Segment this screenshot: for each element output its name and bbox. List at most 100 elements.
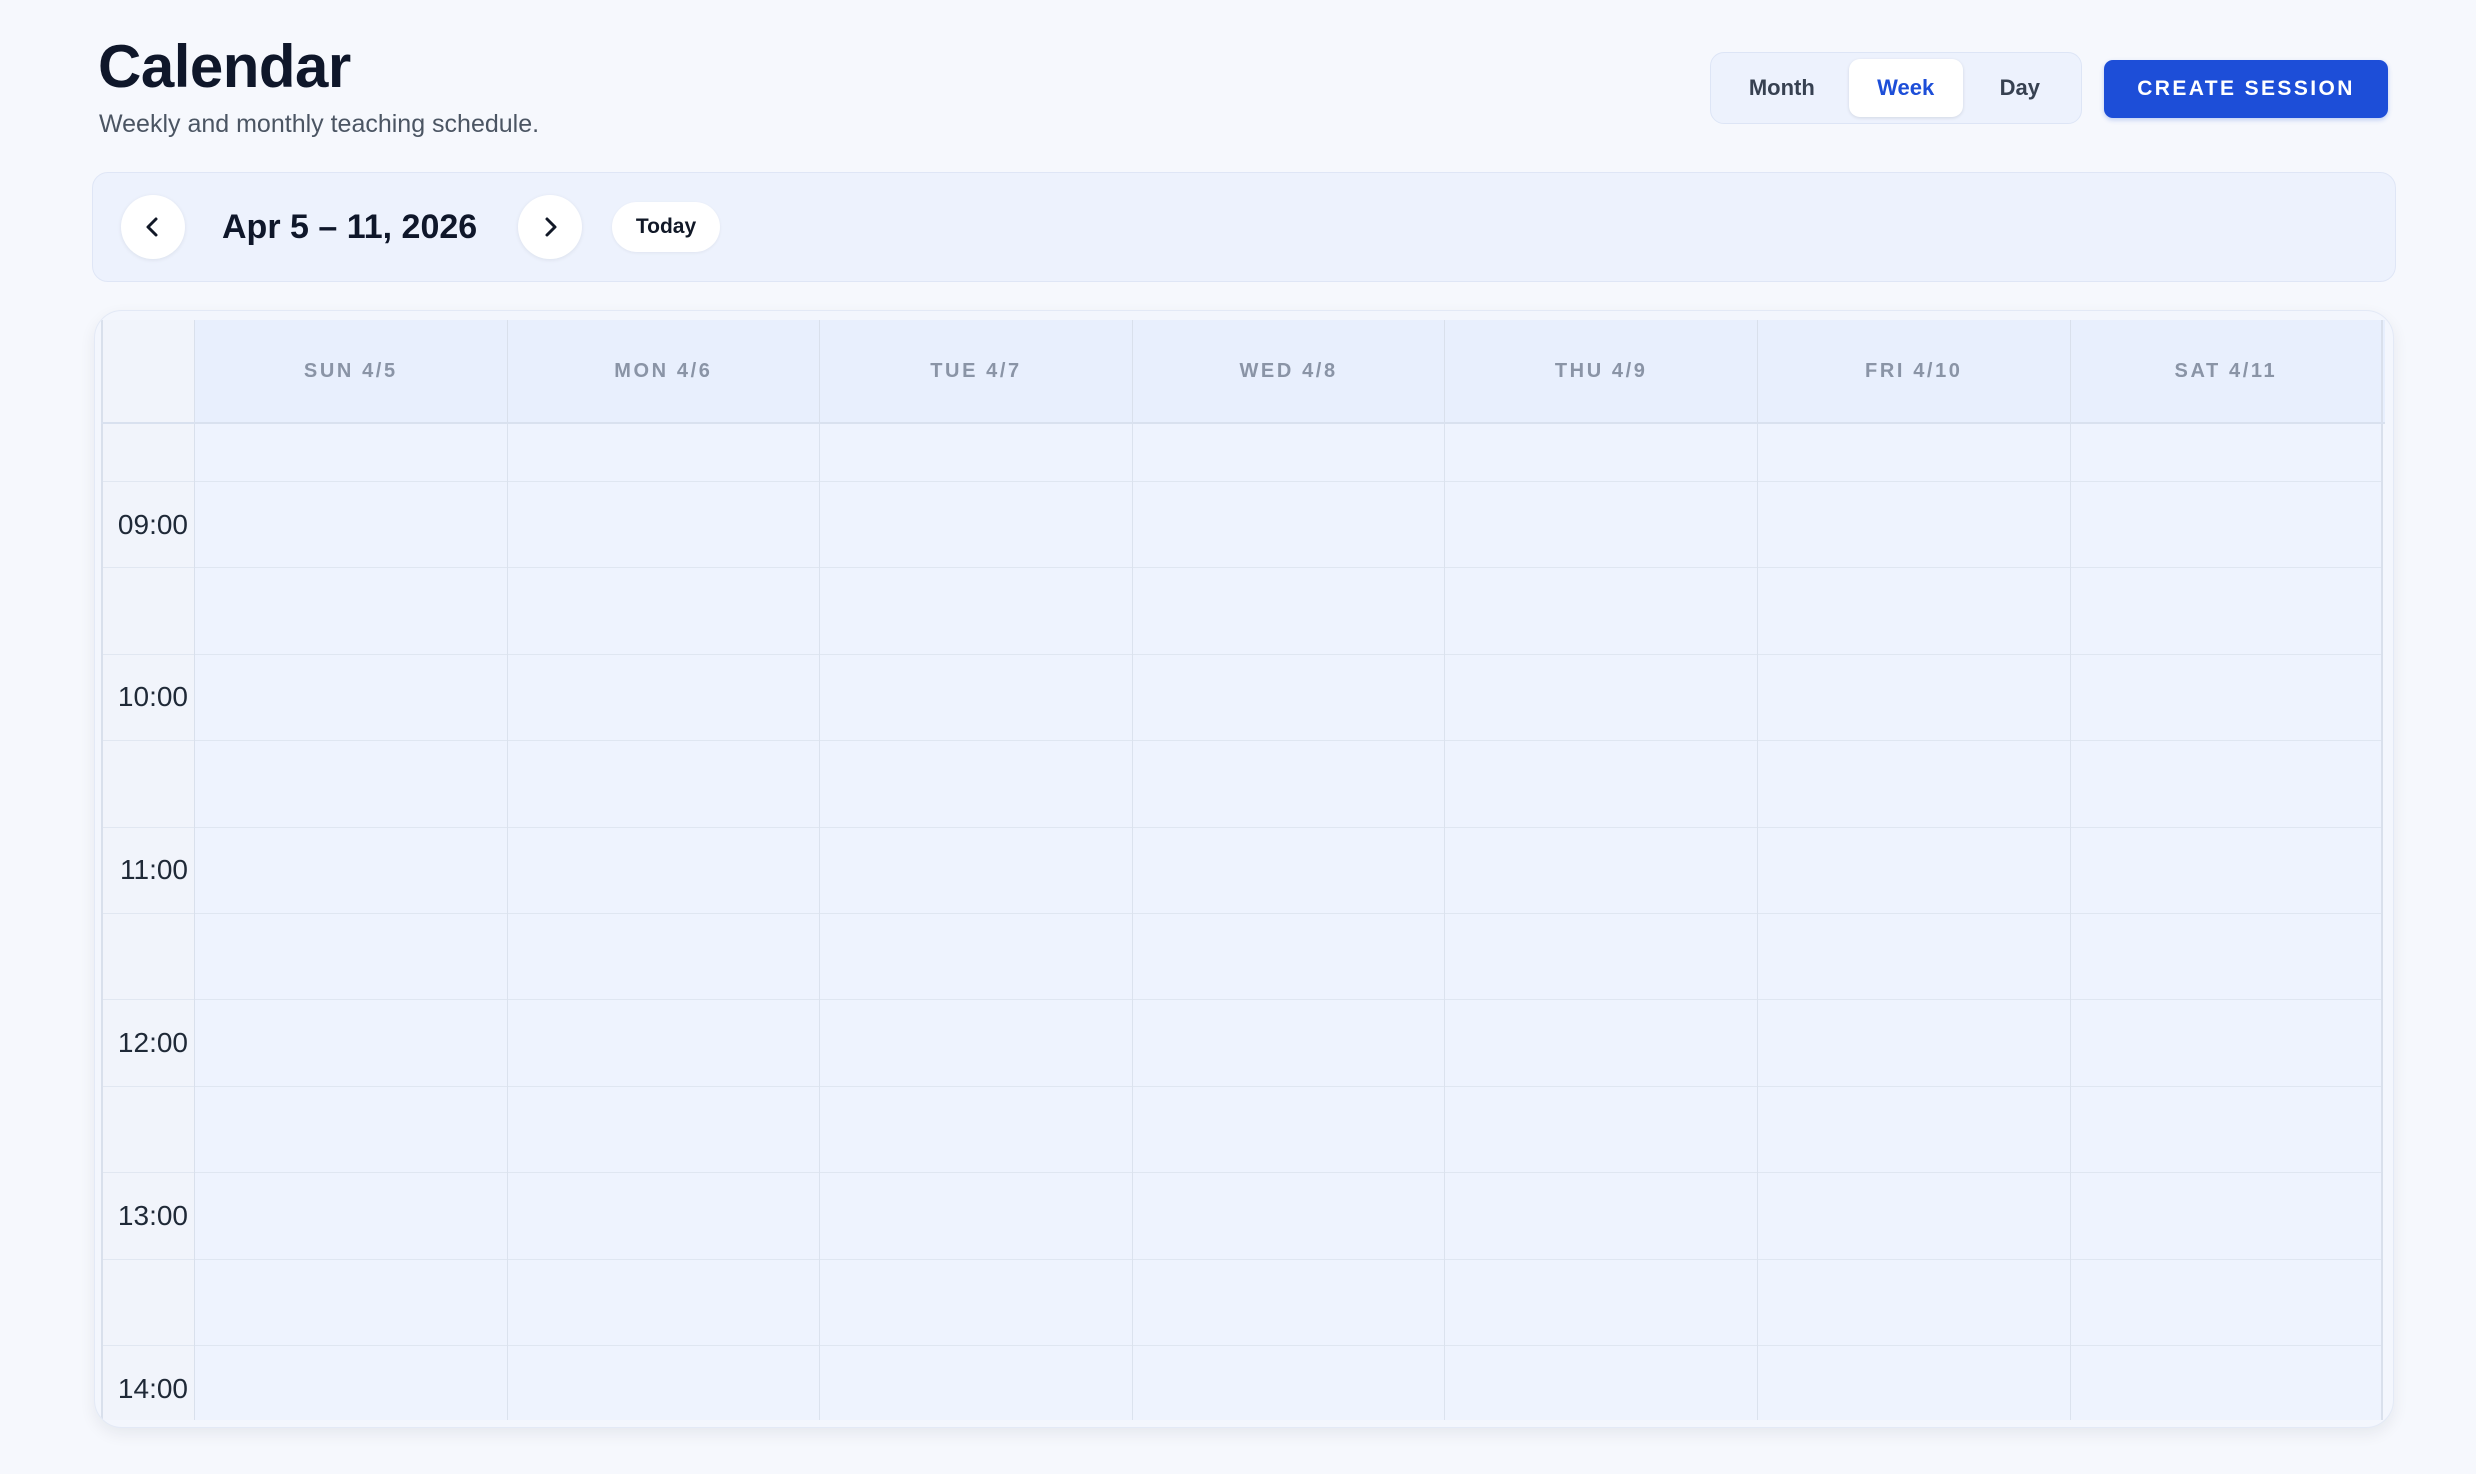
time-cell[interactable]: [1757, 914, 2070, 1001]
time-cell[interactable]: [1757, 1173, 2070, 1260]
time-cell[interactable]: [1445, 424, 1757, 482]
time-grid[interactable]: 09:00 10:00 11:00 12:00 13:00 14:00: [101, 424, 2385, 1420]
time-cell[interactable]: [195, 914, 507, 1001]
time-cell[interactable]: [1445, 1087, 1757, 1174]
next-week-button[interactable]: [518, 195, 582, 259]
time-cell[interactable]: [1757, 482, 2070, 569]
time-cell[interactable]: [195, 482, 507, 569]
time-cell[interactable]: [820, 914, 1132, 1001]
time-cell[interactable]: [1445, 482, 1757, 569]
time-cell[interactable]: [1445, 1346, 1757, 1420]
time-cell[interactable]: [507, 914, 820, 1001]
time-cell[interactable]: [1757, 424, 2070, 482]
time-cell[interactable]: [1758, 1346, 2070, 1420]
time-cell[interactable]: [1445, 1000, 1757, 1087]
time-cell[interactable]: [195, 1000, 507, 1087]
time-cell[interactable]: [507, 1173, 820, 1260]
time-cell[interactable]: [1445, 741, 1757, 828]
time-cell[interactable]: [507, 741, 820, 828]
time-cell[interactable]: [2070, 482, 2382, 569]
time-cell[interactable]: [1445, 828, 1757, 914]
time-cell[interactable]: [507, 568, 820, 655]
time-cell[interactable]: [508, 1346, 820, 1420]
time-cell[interactable]: [507, 828, 820, 914]
time-cell[interactable]: [1132, 914, 1445, 1001]
time-cell[interactable]: [820, 655, 1132, 742]
time-cell[interactable]: [195, 424, 507, 482]
time-cell[interactable]: [507, 1087, 820, 1174]
time-cell[interactable]: [820, 1346, 1132, 1420]
time-cell[interactable]: [1757, 568, 2070, 655]
time-cell[interactable]: [1757, 1260, 2070, 1346]
time-cell[interactable]: [820, 568, 1132, 655]
time-cell[interactable]: [2070, 568, 2382, 655]
time-cell[interactable]: [820, 482, 1132, 569]
time-cell[interactable]: [1132, 1087, 1445, 1174]
time-cell[interactable]: [2070, 1087, 2382, 1174]
time-cell[interactable]: [1757, 828, 2070, 914]
view-month-button[interactable]: Month: [1719, 59, 1845, 117]
day-column-thu[interactable]: [1445, 424, 1758, 1420]
time-cell[interactable]: [820, 1000, 1132, 1087]
time-cell[interactable]: [1132, 1173, 1445, 1260]
time-cell[interactable]: [195, 568, 507, 655]
time-cell[interactable]: [1445, 568, 1757, 655]
time-cell[interactable]: [1132, 741, 1445, 828]
time-cell[interactable]: [2070, 828, 2382, 914]
time-cell[interactable]: [2071, 1346, 2382, 1420]
time-cell[interactable]: [1133, 1346, 1445, 1420]
create-session-button[interactable]: CREATE SESSION: [2104, 60, 2388, 118]
time-cell[interactable]: [820, 424, 1132, 482]
previous-week-button[interactable]: [121, 195, 185, 259]
time-cell[interactable]: [507, 1260, 820, 1346]
time-cell[interactable]: [1445, 1173, 1757, 1260]
time-cell[interactable]: [1132, 1260, 1445, 1346]
day-column-sun[interactable]: [195, 424, 508, 1420]
time-cell[interactable]: [820, 1087, 1132, 1174]
time-cell[interactable]: [507, 482, 820, 569]
time-cell[interactable]: [820, 741, 1132, 828]
time-cell[interactable]: [1445, 1260, 1757, 1346]
time-cell[interactable]: [507, 655, 820, 742]
today-button[interactable]: Today: [612, 202, 720, 252]
day-column-sat[interactable]: [2070, 424, 2384, 1420]
time-cell[interactable]: [1445, 655, 1757, 742]
time-cell[interactable]: [2070, 655, 2382, 742]
time-cell[interactable]: [820, 1173, 1132, 1260]
time-cell[interactable]: [2070, 1173, 2382, 1260]
time-cell[interactable]: [1132, 1000, 1445, 1087]
day-column-tue[interactable]: [820, 424, 1133, 1420]
time-cell[interactable]: [195, 1087, 507, 1174]
time-cell[interactable]: [1757, 655, 2070, 742]
time-cell[interactable]: [1445, 914, 1757, 1001]
time-cell[interactable]: [1132, 568, 1445, 655]
time-cell[interactable]: [1132, 424, 1445, 482]
time-cell[interactable]: [195, 741, 507, 828]
time-cell[interactable]: [1757, 1000, 2070, 1087]
time-cell[interactable]: [1132, 655, 1445, 742]
day-column-wed[interactable]: [1132, 424, 1446, 1420]
time-cell[interactable]: [507, 1000, 820, 1087]
time-cell[interactable]: [2070, 424, 2382, 482]
time-cell[interactable]: [195, 1346, 507, 1420]
time-cell[interactable]: [1757, 741, 2070, 828]
time-cell[interactable]: [195, 1260, 507, 1346]
day-column-mon[interactable]: [507, 424, 821, 1420]
view-week-button[interactable]: Week: [1848, 59, 1963, 117]
view-day-button[interactable]: Day: [1967, 59, 2073, 117]
time-cell[interactable]: [195, 655, 507, 742]
time-cell[interactable]: [2070, 914, 2382, 1001]
time-cell[interactable]: [2070, 1260, 2382, 1346]
time-cell[interactable]: [507, 424, 820, 482]
day-column-fri[interactable]: [1757, 424, 2071, 1420]
time-cell[interactable]: [1132, 828, 1445, 914]
time-cell[interactable]: [820, 828, 1132, 914]
time-cell[interactable]: [195, 828, 507, 914]
time-cell[interactable]: [1757, 1087, 2070, 1174]
time-cell[interactable]: [2070, 741, 2382, 828]
time-cell[interactable]: [2070, 1000, 2382, 1087]
time-cell[interactable]: [1132, 482, 1445, 569]
time-label-1100: 11:00: [103, 828, 194, 914]
time-cell[interactable]: [820, 1260, 1132, 1346]
time-cell[interactable]: [195, 1173, 507, 1260]
